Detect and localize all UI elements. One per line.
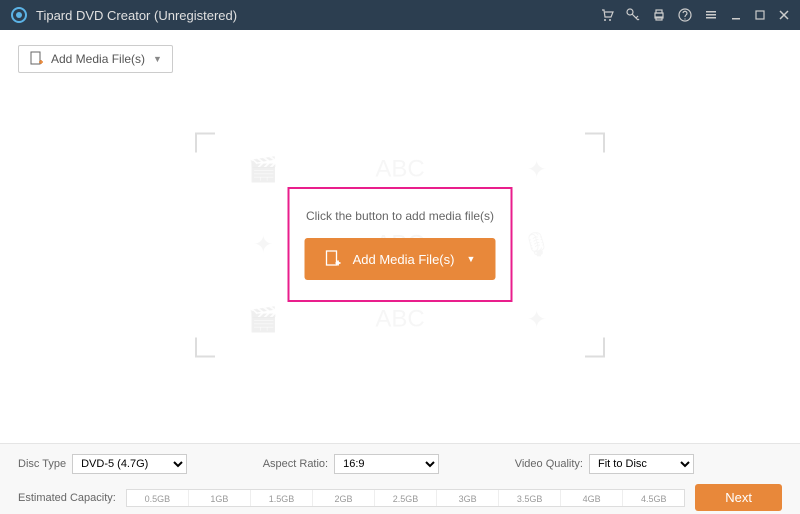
capacity-tick: 3GB xyxy=(437,490,499,506)
app-logo-icon xyxy=(10,6,28,24)
video-quality-select[interactable]: Fit to Disc xyxy=(589,454,694,474)
aspect-ratio-label: Aspect Ratio: xyxy=(263,458,328,470)
chevron-down-icon: ▼ xyxy=(153,54,162,64)
corner-marker xyxy=(195,337,215,357)
capacity-tick: 2GB xyxy=(313,490,375,506)
titlebar: Tipard DVD Creator (Unregistered) xyxy=(0,0,800,30)
minimize-icon[interactable] xyxy=(730,9,742,21)
capacity-tick: 3.5GB xyxy=(499,490,561,506)
video-quality-label: Video Quality: xyxy=(515,458,583,470)
footer: Disc Type DVD-5 (4.7G) Aspect Ratio: 16:… xyxy=(0,443,800,514)
add-media-button-top[interactable]: Add Media File(s) ▼ xyxy=(18,45,173,73)
corner-marker xyxy=(585,132,605,152)
disc-type-select[interactable]: DVD-5 (4.7G) xyxy=(72,454,187,474)
main-area: Add Media File(s) ▼ 🎬ABC✦ ✦ABC🎙 🎬ABC✦ Cl… xyxy=(0,30,800,443)
capacity-tick: 0.5GB xyxy=(127,490,189,506)
footer-options-row: Disc Type DVD-5 (4.7G) Aspect Ratio: 16:… xyxy=(18,454,782,474)
capacity-tick: 2.5GB xyxy=(375,490,437,506)
disc-type-label: Disc Type xyxy=(18,458,66,470)
capacity-tick: 4GB xyxy=(561,490,623,506)
aspect-ratio-select[interactable]: 16:9 xyxy=(334,454,439,474)
chevron-down-icon: ▼ xyxy=(466,254,475,264)
print-icon[interactable] xyxy=(652,8,666,22)
aspect-ratio-group: Aspect Ratio: 16:9 xyxy=(263,454,439,474)
window-controls xyxy=(600,8,790,22)
corner-marker xyxy=(585,337,605,357)
add-media-label: Add Media File(s) xyxy=(353,252,455,267)
next-button[interactable]: Next xyxy=(695,484,782,511)
window-title: Tipard DVD Creator (Unregistered) xyxy=(36,8,600,23)
corner-marker xyxy=(195,132,215,152)
highlight-box: Click the button to add media file(s) Ad… xyxy=(288,187,513,302)
add-media-label: Add Media File(s) xyxy=(51,52,145,66)
add-file-icon xyxy=(325,250,343,268)
add-file-icon xyxy=(29,51,45,67)
dropzone-hint: Click the button to add media file(s) xyxy=(306,209,494,223)
estimated-capacity-label: Estimated Capacity: xyxy=(18,492,116,504)
menu-icon[interactable] xyxy=(704,8,718,22)
disc-type-group: Disc Type DVD-5 (4.7G) xyxy=(18,454,187,474)
capacity-tick: 1.5GB xyxy=(251,490,313,506)
help-icon[interactable] xyxy=(678,8,692,22)
capacity-tick: 1GB xyxy=(189,490,251,506)
close-icon[interactable] xyxy=(778,9,790,21)
dropzone: 🎬ABC✦ ✦ABC🎙 🎬ABC✦ Click the button to ad… xyxy=(195,132,605,357)
cart-icon[interactable] xyxy=(600,8,614,22)
maximize-icon[interactable] xyxy=(754,9,766,21)
capacity-bar: 0.5GB 1GB 1.5GB 2GB 2.5GB 3GB 3.5GB 4GB … xyxy=(126,489,685,507)
video-quality-group: Video Quality: Fit to Disc xyxy=(515,454,694,474)
capacity-tick: 4.5GB xyxy=(623,490,684,506)
key-icon[interactable] xyxy=(626,8,640,22)
add-media-button-main[interactable]: Add Media File(s) ▼ xyxy=(305,238,496,280)
footer-capacity-row: Estimated Capacity: 0.5GB 1GB 1.5GB 2GB … xyxy=(18,484,782,511)
